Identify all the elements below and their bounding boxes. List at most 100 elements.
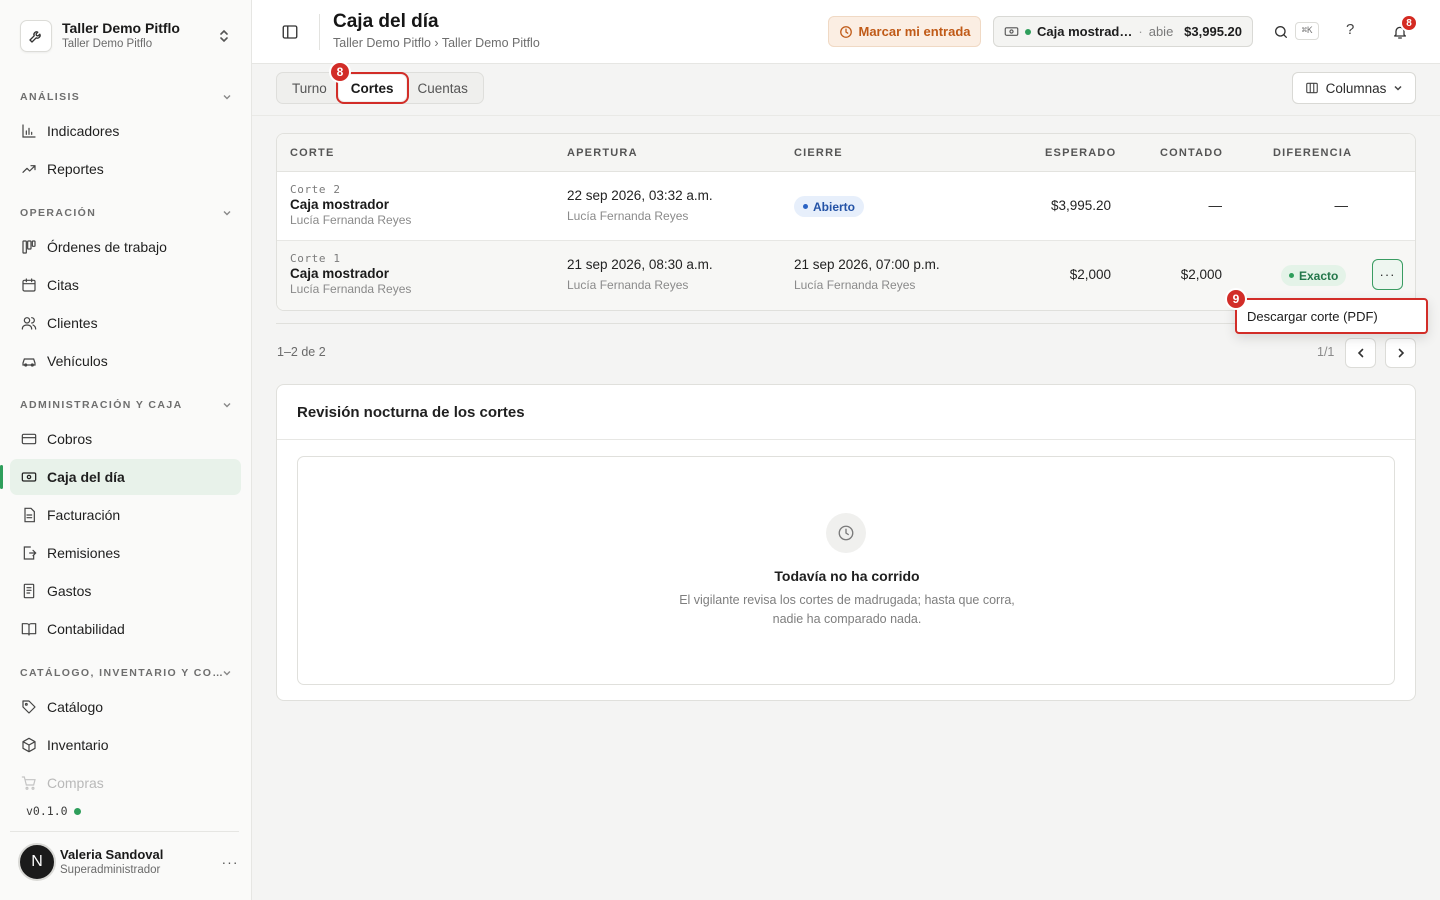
column-header-esperado[interactable]: ESPERADO: [1045, 147, 1116, 159]
help-button[interactable]: ?: [1346, 21, 1354, 38]
menu-item-download-pdf[interactable]: Descargar corte (PDF): [1235, 298, 1428, 334]
sidebar-item-label: Vehículos: [47, 353, 108, 369]
invoice-icon: [20, 506, 38, 524]
columns-label: Columnas: [1325, 80, 1387, 96]
sidebar-item-label: Facturación: [47, 507, 121, 523]
column-header-apertura[interactable]: APERTURA: [567, 147, 638, 159]
step-marker-tab: 8: [329, 61, 351, 83]
sidebar-item-facturacion[interactable]: Facturación: [10, 497, 241, 533]
sidebar-item-contabilidad[interactable]: Contabilidad: [10, 611, 241, 647]
search-icon[interactable]: [1271, 22, 1291, 42]
kanban-icon: [20, 238, 38, 256]
corte-label: Corte 2: [290, 183, 341, 196]
section-administracion[interactable]: ADMINISTRACIÓN Y CAJA: [20, 395, 232, 415]
sidebar-item-label: Contabilidad: [47, 621, 125, 637]
cierre-user: Lucía Fernanda Reyes: [794, 278, 916, 292]
sidebar-item-ordenes[interactable]: Órdenes de trabajo: [10, 229, 241, 265]
car-icon: [20, 352, 38, 370]
step-marker-menu: 9: [1225, 288, 1247, 310]
column-header-corte[interactable]: CORTE: [290, 147, 335, 159]
cart-icon: [20, 774, 38, 792]
corte-user: Lucía Fernanda Reyes: [290, 213, 412, 227]
cierre-date: 21 sep 2026, 07:00 p.m.: [794, 257, 940, 272]
table-header: CORTE APERTURA CIERRE ESPERADO CONTADO D…: [277, 134, 1415, 172]
sidebar-item-compras[interactable]: Compras: [10, 765, 241, 801]
page-title: Caja del día: [333, 11, 439, 32]
empty-state: Todavía no ha corrido El vigilante revis…: [297, 456, 1395, 685]
section-operacion[interactable]: OPERACIÓN: [20, 203, 232, 223]
register-separator: ·: [1138, 24, 1143, 39]
users-icon: [20, 314, 38, 332]
empty-state-description: El vigilante revisa los cortes de madrug…: [679, 593, 1015, 626]
sidebar-item-cobros[interactable]: Cobros: [10, 421, 241, 457]
column-header-cierre[interactable]: CIERRE: [794, 147, 843, 159]
sidebar-toggle-icon[interactable]: [280, 22, 300, 42]
register-selector[interactable]: Caja mostrad… · abie $3,995.20: [993, 16, 1253, 47]
shortcut-hint: ⌘K: [1295, 22, 1319, 40]
sidebar-item-clientes[interactable]: Clientes: [10, 305, 241, 341]
column-header-contado[interactable]: CONTADO: [1160, 147, 1223, 159]
notification-badge: 8: [1400, 14, 1418, 32]
version-label: v0.1.0: [26, 804, 68, 818]
sidebar-item-label: Catálogo: [47, 699, 104, 715]
clock-icon: [839, 25, 852, 38]
sidebar-item-label: Reportes: [47, 161, 104, 177]
columns-icon: [1305, 82, 1318, 94]
org-switcher[interactable]: Taller Demo Pitflo Taller Demo Pitflo: [10, 10, 242, 62]
prev-page-button[interactable]: [1345, 338, 1376, 368]
sidebar-item-label: Caja del día: [47, 469, 125, 485]
chevron-right-icon: [1398, 348, 1404, 358]
file-export-icon: [20, 544, 38, 562]
tab-bar: Turno Cortes Cuentas: [276, 72, 484, 104]
sidebar-item-gastos[interactable]: Gastos: [10, 573, 241, 609]
top-header: Caja del día Taller Demo Pitflo › Taller…: [252, 0, 1440, 64]
divider: [252, 115, 1440, 116]
sidebar-item-label: Indicadores: [47, 123, 120, 139]
tab-cuentas[interactable]: Cuentas: [406, 75, 480, 101]
user-role: Superadministrador: [60, 863, 161, 876]
sidebar-item-label: Clientes: [47, 315, 98, 331]
esperado-value: $3,995.20: [1050, 198, 1111, 213]
apertura-date: 21 sep 2026, 08:30 a.m.: [567, 257, 713, 272]
table-row[interactable]: Corte 2 Caja mostrador Lucía Fernanda Re…: [277, 172, 1415, 241]
sidebar-item-label: Citas: [47, 277, 79, 293]
clock-in-button[interactable]: Marcar mi entrada: [828, 16, 981, 47]
column-header-diferencia[interactable]: DIFERENCIA: [1273, 147, 1352, 159]
card-icon: [20, 430, 38, 448]
org-name: Taller Demo Pitflo: [62, 20, 180, 36]
nightly-review-card: Revisión nocturna de los cortes Todavía …: [276, 384, 1416, 701]
register-amount: $3,995.20: [1184, 24, 1242, 39]
clock-icon: [826, 513, 866, 553]
cash-icon: [20, 468, 38, 486]
sidebar-item-reportes[interactable]: Reportes: [10, 151, 241, 187]
tab-turno[interactable]: Turno: [280, 75, 339, 101]
status-badge: Abierto: [794, 196, 864, 217]
sidebar-item-vehiculos[interactable]: Vehículos: [10, 343, 241, 379]
user-menu[interactable]: N Valeria Sandoval Superadministrador ··…: [18, 842, 240, 882]
chevron-left-icon: [1357, 348, 1363, 358]
sidebar-item-remisiones[interactable]: Remisiones: [10, 535, 241, 571]
more-icon[interactable]: ···: [220, 854, 240, 870]
chevron-down-icon: [223, 95, 231, 100]
esperado-value: $2,000: [1069, 267, 1111, 282]
row-actions-button[interactable]: ···: [1372, 259, 1403, 290]
section-analisis[interactable]: ANÁLISIS: [20, 87, 232, 107]
receipt-icon: [20, 582, 38, 600]
section-catalogo[interactable]: CATÁLOGO, INVENTARIO Y CO…: [20, 663, 232, 683]
empty-state-title: Todavía no ha corrido: [774, 568, 920, 584]
sidebar-item-caja-del-dia[interactable]: Caja del día: [0, 459, 241, 495]
sidebar: Taller Demo Pitflo Taller Demo Pitflo AN…: [0, 0, 252, 900]
sidebar-item-inventario[interactable]: Inventario: [10, 727, 241, 763]
columns-button[interactable]: Columnas: [1292, 72, 1416, 104]
calendar-icon: [20, 276, 38, 294]
apertura-user: Lucía Fernanda Reyes: [567, 209, 689, 223]
sidebar-item-indicadores[interactable]: Indicadores: [10, 113, 241, 149]
bar-chart-icon: [20, 122, 38, 140]
sidebar-item-catalogo[interactable]: Catálogo: [10, 689, 241, 725]
tab-cortes[interactable]: Cortes: [335, 72, 409, 104]
avatar: N: [18, 843, 56, 881]
sidebar-item-citas[interactable]: Citas: [10, 267, 241, 303]
version-indicator: v0.1.0: [26, 804, 81, 818]
next-page-button[interactable]: [1385, 338, 1416, 368]
sidebar-item-label: Compras: [47, 775, 104, 791]
